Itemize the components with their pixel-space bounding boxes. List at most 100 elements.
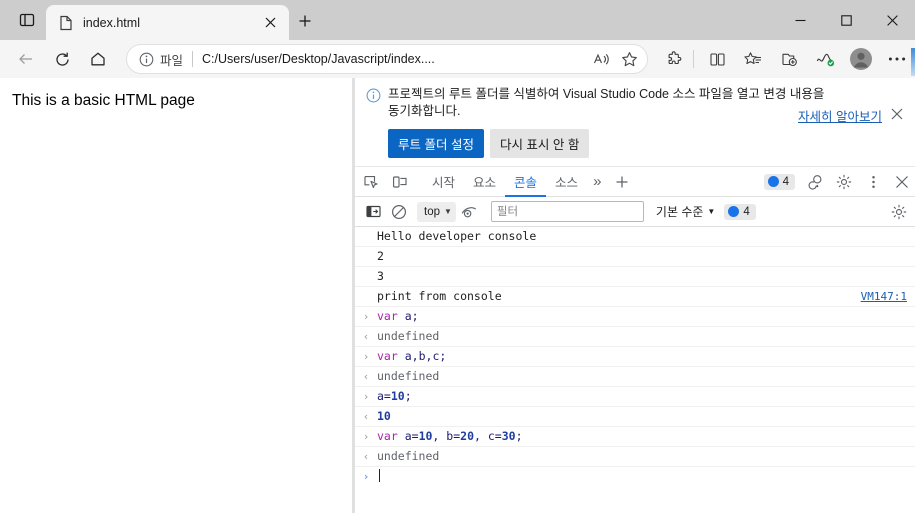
clear-console-button[interactable]	[387, 200, 411, 224]
console-row[interactable]: › var a;	[355, 307, 915, 327]
devtools-close-button[interactable]	[889, 169, 915, 195]
tab-search-button[interactable]	[10, 7, 44, 33]
device-toolbar-button[interactable]	[387, 169, 413, 195]
console-row-gutter: ›	[362, 350, 370, 363]
add-favorite-button[interactable]	[615, 46, 643, 72]
address-bar[interactable]: 파일 C:/Users/user/Desktop/Javascript/inde…	[126, 44, 648, 74]
profile-button[interactable]	[845, 44, 877, 74]
execution-context-select[interactable]: top ▼	[417, 201, 456, 222]
chevron-down-icon: ▼	[444, 207, 452, 216]
back-button[interactable]	[10, 44, 42, 74]
home-button[interactable]	[82, 44, 114, 74]
title-bar: index.html	[0, 0, 915, 40]
devtools-tabs: 시작 요소 콘솔 소스 »	[423, 167, 635, 197]
tab-elements[interactable]: 요소	[464, 167, 505, 197]
console-row[interactable]: › a=10;	[355, 387, 915, 407]
plus-icon	[615, 175, 629, 189]
inspect-element-button[interactable]	[358, 169, 384, 195]
console-row[interactable]: › var a=10, b=20, c=30;	[355, 427, 915, 447]
settings-and-more-button[interactable]	[881, 44, 913, 74]
collections-button[interactable]	[737, 44, 769, 74]
console-row[interactable]: 2	[355, 247, 915, 267]
browser-tab-title: index.html	[83, 15, 140, 30]
browser-tab[interactable]: index.html	[46, 5, 289, 40]
close-icon	[895, 175, 909, 189]
document-icon	[58, 15, 74, 31]
browser-essentials-button[interactable]	[809, 44, 841, 74]
console-row-gutter: ‹	[362, 450, 370, 463]
address-url-text[interactable]: C:/Users/user/Desktop/Javascript/index..…	[202, 52, 587, 66]
tab-close-button[interactable]	[259, 12, 281, 34]
message-count-badge[interactable]: 4	[763, 173, 795, 190]
add-to-collection-button[interactable]	[773, 44, 805, 74]
tab-sources[interactable]: 소스	[546, 167, 587, 197]
console-source-link[interactable]: VM147:1	[861, 290, 907, 303]
console-row[interactable]: › var a,b,c;	[355, 347, 915, 367]
set-root-folder-button[interactable]: 루트 폴더 설정	[388, 129, 484, 158]
info-circle-icon	[365, 87, 381, 103]
console-row[interactable]: print from console VM147:1	[355, 287, 915, 307]
extensions-button[interactable]	[658, 44, 690, 74]
console-filter-input[interactable]	[490, 201, 644, 222]
browser-window: index.html 파일 C:/Users/user/Desktop/Java…	[0, 0, 915, 513]
minimize-button[interactable]	[777, 0, 823, 40]
console-row[interactable]: Hello developer console	[355, 227, 915, 247]
read-aloud-button[interactable]	[587, 46, 615, 72]
notification-buttons: 루트 폴더 설정 다시 표시 안 함	[388, 129, 907, 158]
reload-button[interactable]	[46, 44, 78, 74]
reload-icon	[54, 51, 71, 68]
console-settings-button[interactable]	[887, 200, 911, 224]
console-issue-badge[interactable]: 4	[724, 203, 756, 220]
message-bubble-icon	[767, 176, 779, 187]
notification-learn-more-link[interactable]: 자세히 알아보기	[798, 106, 882, 125]
split-screen-button[interactable]	[701, 44, 733, 74]
tab-welcome[interactable]: 시작	[423, 167, 464, 197]
feedback-button[interactable]	[802, 169, 828, 195]
console-message-list[interactable]: Hello developer console 2 3 print from c…	[355, 227, 915, 513]
more-tabs-button[interactable]: »	[587, 167, 607, 197]
page-heading: This is a basic HTML page	[12, 92, 195, 109]
page-viewport: This is a basic HTML page	[0, 78, 354, 513]
console-sidebar-toggle[interactable]	[361, 200, 385, 224]
address-scheme-label: 파일	[160, 53, 184, 68]
console-row-text: var a=10, b=20, c=30;	[377, 429, 523, 443]
tab-console[interactable]: 콘솔	[505, 167, 546, 197]
console-row[interactable]: ‹ undefined	[355, 367, 915, 387]
devtools-panel: 프로젝트의 루트 폴더를 식별하여 Visual Studio Code 소스 …	[355, 78, 915, 513]
message-bubble-icon	[728, 206, 740, 217]
console-row[interactable]: ‹ undefined	[355, 327, 915, 347]
info-circle-icon[interactable]	[138, 51, 154, 67]
new-tab-button[interactable]	[291, 8, 319, 34]
address-separator	[192, 51, 194, 67]
console-row-gutter: ‹	[362, 330, 370, 343]
console-row[interactable]: ‹ undefined	[355, 447, 915, 467]
log-level-value: 기본 수준	[655, 205, 704, 219]
dont-show-again-button[interactable]: 다시 표시 안 함	[489, 129, 590, 158]
console-prompt-row[interactable]: ›	[355, 467, 915, 487]
console-row-text: undefined	[377, 329, 440, 343]
devtools-settings-button[interactable]	[831, 169, 857, 195]
close-window-button[interactable]	[869, 0, 915, 40]
log-level-select[interactable]: 기본 수준 ▼	[656, 203, 715, 220]
text-caret	[379, 469, 380, 482]
gear-icon	[891, 204, 907, 220]
tab-search-icon	[19, 12, 35, 28]
notification-close-button[interactable]	[887, 104, 907, 124]
split-screen-icon	[709, 51, 726, 68]
console-row[interactable]: ‹ 10	[355, 407, 915, 427]
devtools-more-options-button[interactable]	[860, 169, 886, 195]
feedback-icon	[807, 174, 823, 190]
console-row[interactable]: 3	[355, 267, 915, 287]
console-row-text: print from console	[377, 289, 502, 303]
console-sidebar-icon	[365, 204, 381, 219]
live-expression-button[interactable]	[458, 200, 482, 224]
maximize-button[interactable]	[823, 0, 869, 40]
add-panel-button[interactable]	[609, 169, 635, 195]
extensions-icon	[666, 50, 683, 68]
live-expression-icon	[461, 205, 478, 219]
devtools-tab-bar: 시작 요소 콘솔 소스 » 4	[355, 167, 915, 197]
clear-console-icon	[391, 204, 407, 220]
browser-essentials-icon	[816, 51, 835, 68]
console-row-gutter: ›	[362, 390, 370, 403]
console-prompt-input[interactable]	[377, 469, 915, 484]
